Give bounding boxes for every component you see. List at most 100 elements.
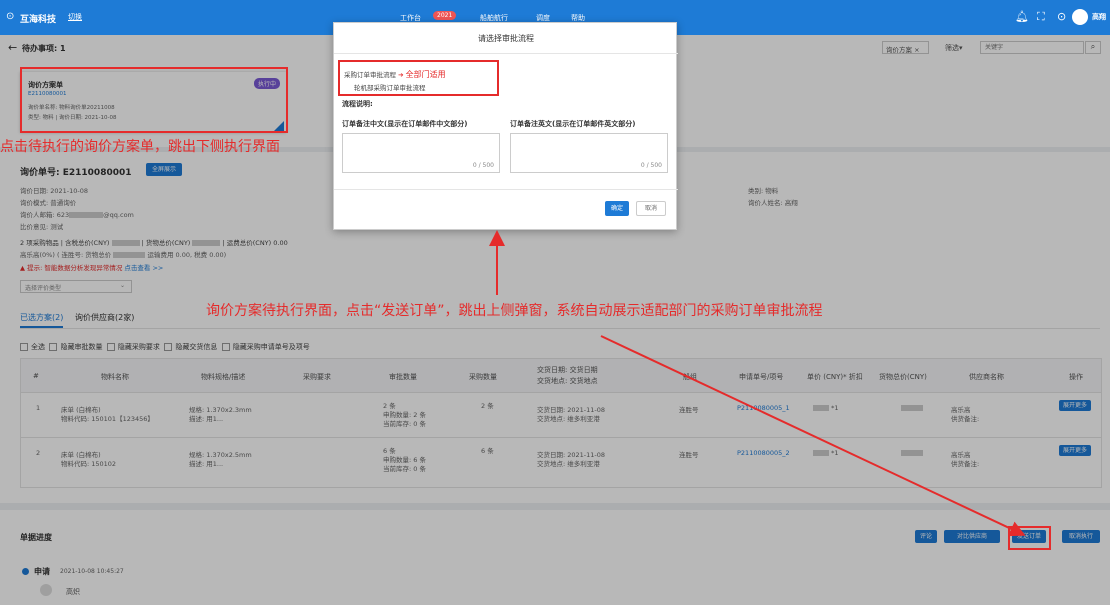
filter-chip[interactable]: 询价方案 ×	[882, 41, 929, 54]
annotation-box-card	[20, 67, 288, 133]
col-buy-qty: 采购数量	[469, 373, 497, 381]
step-dot-icon	[22, 568, 29, 575]
progress-panel: 单据进度 评论 对比供应商 发送订单 取消执行 申请 2021-10-08 10…	[0, 510, 1110, 605]
user-name[interactable]: 高翔	[1092, 12, 1106, 22]
approval-flow-modal: 请选择审批流程 采购订单审批流程 ➔ 全部门适用 轮机部采购订单审批流程 流程说…	[333, 22, 678, 230]
inquiry-category: 类别: 物料	[748, 187, 779, 195]
bell-icon[interactable]: 🔔︎	[1015, 10, 1029, 23]
row-stock-qty: 当前库存: 0 条	[383, 420, 426, 428]
checkbox-hide-requirement[interactable]: 隐藏采购要求	[106, 343, 160, 351]
menu-icon[interactable]: ⊙	[6, 11, 14, 22]
col-name: 物料名称	[101, 373, 129, 381]
col-requirement: 采购要求	[303, 373, 331, 381]
expand-more-button[interactable]: 展开更多	[1059, 400, 1091, 411]
inquiry-email: 询价人邮箱: 623 @qq.com	[20, 211, 134, 219]
warning-link[interactable]: 点击查看 >>	[124, 264, 163, 272]
row-stock-qty: 当前库存: 0 条	[383, 465, 426, 473]
step-time: 2021-10-08 10:45:27	[60, 568, 124, 575]
avatar[interactable]	[1072, 9, 1088, 25]
checkbox-hide-approval[interactable]: 隐藏审批数量	[49, 343, 102, 351]
row-index: 2	[36, 449, 41, 457]
modal-title-divider	[334, 53, 678, 54]
summary-line-1: 2 项采购物品 | 含税总价(CNY) | 货物总价(CNY) | 运费总价(C…	[20, 239, 288, 247]
tab-suppliers[interactable]: 询价供应商(2家)	[75, 312, 134, 323]
row-apply-no[interactable]: P2110080005_2	[737, 449, 790, 457]
search-input[interactable]	[980, 41, 1084, 54]
comment-button[interactable]: 评论	[915, 530, 937, 543]
search-icon[interactable]: ⌕	[1085, 41, 1101, 54]
row-price: *1	[813, 449, 838, 457]
confirm-button[interactable]: 确定	[605, 201, 629, 216]
checkbox-row: 全选 隐藏审批数量 隐藏采购要求 隐藏交货信息 隐藏采购申请单号及项号	[20, 342, 310, 352]
row-delivery-place[interactable]: 交货地点: 维多利亚港	[537, 458, 600, 468]
expand-more-button[interactable]: 展开更多	[1059, 445, 1091, 456]
chevron-down-icon: ⌄	[119, 282, 125, 289]
row-item-code: 物料代码: 150101【123456】	[61, 415, 154, 423]
row-total	[901, 404, 923, 412]
fullscreen-button[interactable]: 全屏展示	[146, 163, 182, 176]
modal-title: 请选择审批流程	[478, 34, 534, 43]
col-apply-no: 申请单号/项号	[739, 373, 784, 381]
brand-switch-link[interactable]: 切换	[68, 12, 82, 22]
table-header: # 物料名称 物料规格/描述 采购要求 审批数量 采购数量 交货日期: 交货日期…	[21, 359, 1101, 393]
row-supplier-note: 供货备注:	[951, 415, 980, 423]
progress-title: 单据进度	[20, 533, 52, 542]
flow-desc-label: 流程说明:	[342, 100, 373, 108]
row-desc: 描述: 用1...	[189, 460, 224, 468]
back-arrow-icon[interactable]: ←	[8, 41, 17, 54]
col-delivery: 交货日期: 交货日期 交货地点: 交货地点	[537, 366, 598, 385]
cancel-button[interactable]: 取消	[636, 201, 666, 216]
compare-suppliers-button[interactable]: 对比供应商	[944, 530, 1000, 543]
col-spec: 物料规格/描述	[201, 373, 246, 381]
tab-selected-plans[interactable]: 已选方案(2)	[20, 312, 64, 328]
items-table: # 物料名称 物料规格/描述 采购要求 审批数量 采购数量 交货日期: 交货日期…	[20, 358, 1102, 488]
help-icon[interactable]: ⊙	[1057, 10, 1066, 23]
annotation-text-2: 询价方案待执行界面，点击“发送订单”，跳出上侧弹窗，系统自动展示适配部门的采购订…	[206, 303, 823, 319]
remark-cn-label: 订单备注中文(显示在订单邮件中文部分)	[342, 120, 468, 128]
col-supplier: 供应商名称	[969, 373, 1004, 381]
row-buy-qty: 2 条	[481, 402, 494, 410]
remark-en-label: 订单备注英文(显示在订单邮件英文部分)	[510, 120, 636, 128]
tab-divider	[20, 328, 1100, 329]
row-buy-qty: 6 条	[481, 447, 494, 455]
remark-cn-count: 0 / 500	[472, 162, 494, 169]
row-price: *1	[813, 404, 838, 412]
summary-line-2: 高乐高(0%) ( 连胜号: 货物总价 运输费用 0.00, 税费 0.00)	[20, 251, 227, 259]
row-desc: 描述: 用1...	[189, 415, 224, 423]
row-supplier-note: 供货备注:	[951, 460, 980, 468]
remark-cn-textarea[interactable]: 0 / 500	[342, 133, 500, 173]
row-apply-no[interactable]: P2110080005_1	[737, 404, 790, 412]
inquiry-person: 询价人姓名: 高翔	[748, 199, 798, 207]
checkbox-select-all[interactable]: 全选	[20, 343, 45, 351]
annotation-text-1: 点击待执行的询价方案单，跳出下侧执行界面	[0, 139, 280, 155]
todo-title: 待办事项: 1	[22, 44, 66, 53]
row-delivery-place[interactable]: 交货地点: 维多利亚港	[537, 413, 600, 423]
step-user-avatar	[40, 584, 52, 596]
col-ship: 船组	[683, 373, 697, 381]
step-user: 高炽	[66, 588, 80, 596]
col-index: #	[33, 372, 39, 380]
row-index: 1	[36, 404, 41, 412]
nav-badge: 2021	[433, 11, 457, 20]
inquiry-mode: 询价模式: 普通询价	[20, 199, 77, 207]
order-number: 询价单号: E2110080001	[20, 168, 132, 178]
row-ship: 连胜号	[679, 451, 699, 459]
table-row: 2 床单 (白棉布) 物料代码: 150102 规格: 1.370x2.5mm …	[21, 439, 1101, 483]
checkbox-hide-delivery[interactable]: 隐藏交货信息	[164, 343, 217, 351]
brand-name: 互海科技	[20, 15, 57, 25]
inquiry-date: 询价日期: 2021-10-08	[20, 187, 89, 195]
remark-en-count: 0 / 500	[640, 162, 662, 169]
col-approval-qty: 审批数量	[389, 373, 417, 381]
fullscreen-icon[interactable]: ⛶	[1037, 10, 1045, 24]
cancel-execution-button[interactable]: 取消执行	[1062, 530, 1100, 543]
inquiry-remark: 比价意见: 测试	[20, 223, 64, 231]
annotation-box-send	[1008, 526, 1051, 550]
evaluation-select[interactable]: 选择评价类型 ⌄	[20, 280, 132, 293]
filter-dropdown[interactable]: 筛选▾	[945, 43, 963, 53]
modal-footer-divider	[334, 189, 678, 190]
checkbox-hide-apply-no[interactable]: 隐藏采购申请单号及项号	[221, 343, 310, 351]
col-total: 货物总价(CNY)	[879, 373, 927, 381]
remark-en-textarea[interactable]: 0 / 500	[510, 133, 668, 173]
annotation-box-flow	[338, 60, 499, 96]
col-action: 操作	[1069, 373, 1083, 381]
